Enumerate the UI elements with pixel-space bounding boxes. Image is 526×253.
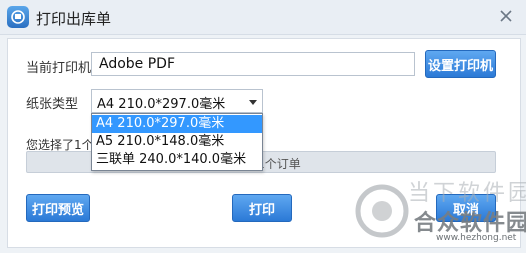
- paper-option-a4[interactable]: A4 210.0*297.0毫米: [92, 115, 262, 133]
- printer-name-field[interactable]: Adobe PDF: [91, 52, 415, 76]
- paper-type-label: 纸张类型: [26, 97, 79, 112]
- paper-option-a5[interactable]: A5 210.0*148.0毫米: [92, 133, 262, 151]
- print-preview-button[interactable]: 打印预览: [26, 194, 90, 222]
- printer-app-icon: [7, 6, 29, 28]
- title-bar: 打印出库单: [0, 0, 526, 35]
- paper-type-selected-value: A4 210.0*297.0毫米: [97, 97, 226, 112]
- window-title: 打印出库单: [36, 10, 112, 28]
- paper-type-select[interactable]: A4 210.0*297.0毫米: [91, 89, 263, 113]
- paper-option-triplicate[interactable]: 三联单 240.0*140.0毫米: [92, 151, 262, 169]
- paper-type-dropdown-list: A4 210.0*297.0毫米 A5 210.0*148.0毫米 三联单 24…: [91, 113, 263, 171]
- cancel-button[interactable]: 取消: [436, 194, 496, 222]
- close-icon[interactable]: [498, 8, 514, 24]
- print-button[interactable]: 打印: [232, 194, 292, 222]
- setup-printer-button[interactable]: 设置打印机: [425, 50, 496, 78]
- chevron-down-icon: [248, 96, 258, 106]
- printer-label: 当前打印机: [26, 61, 92, 76]
